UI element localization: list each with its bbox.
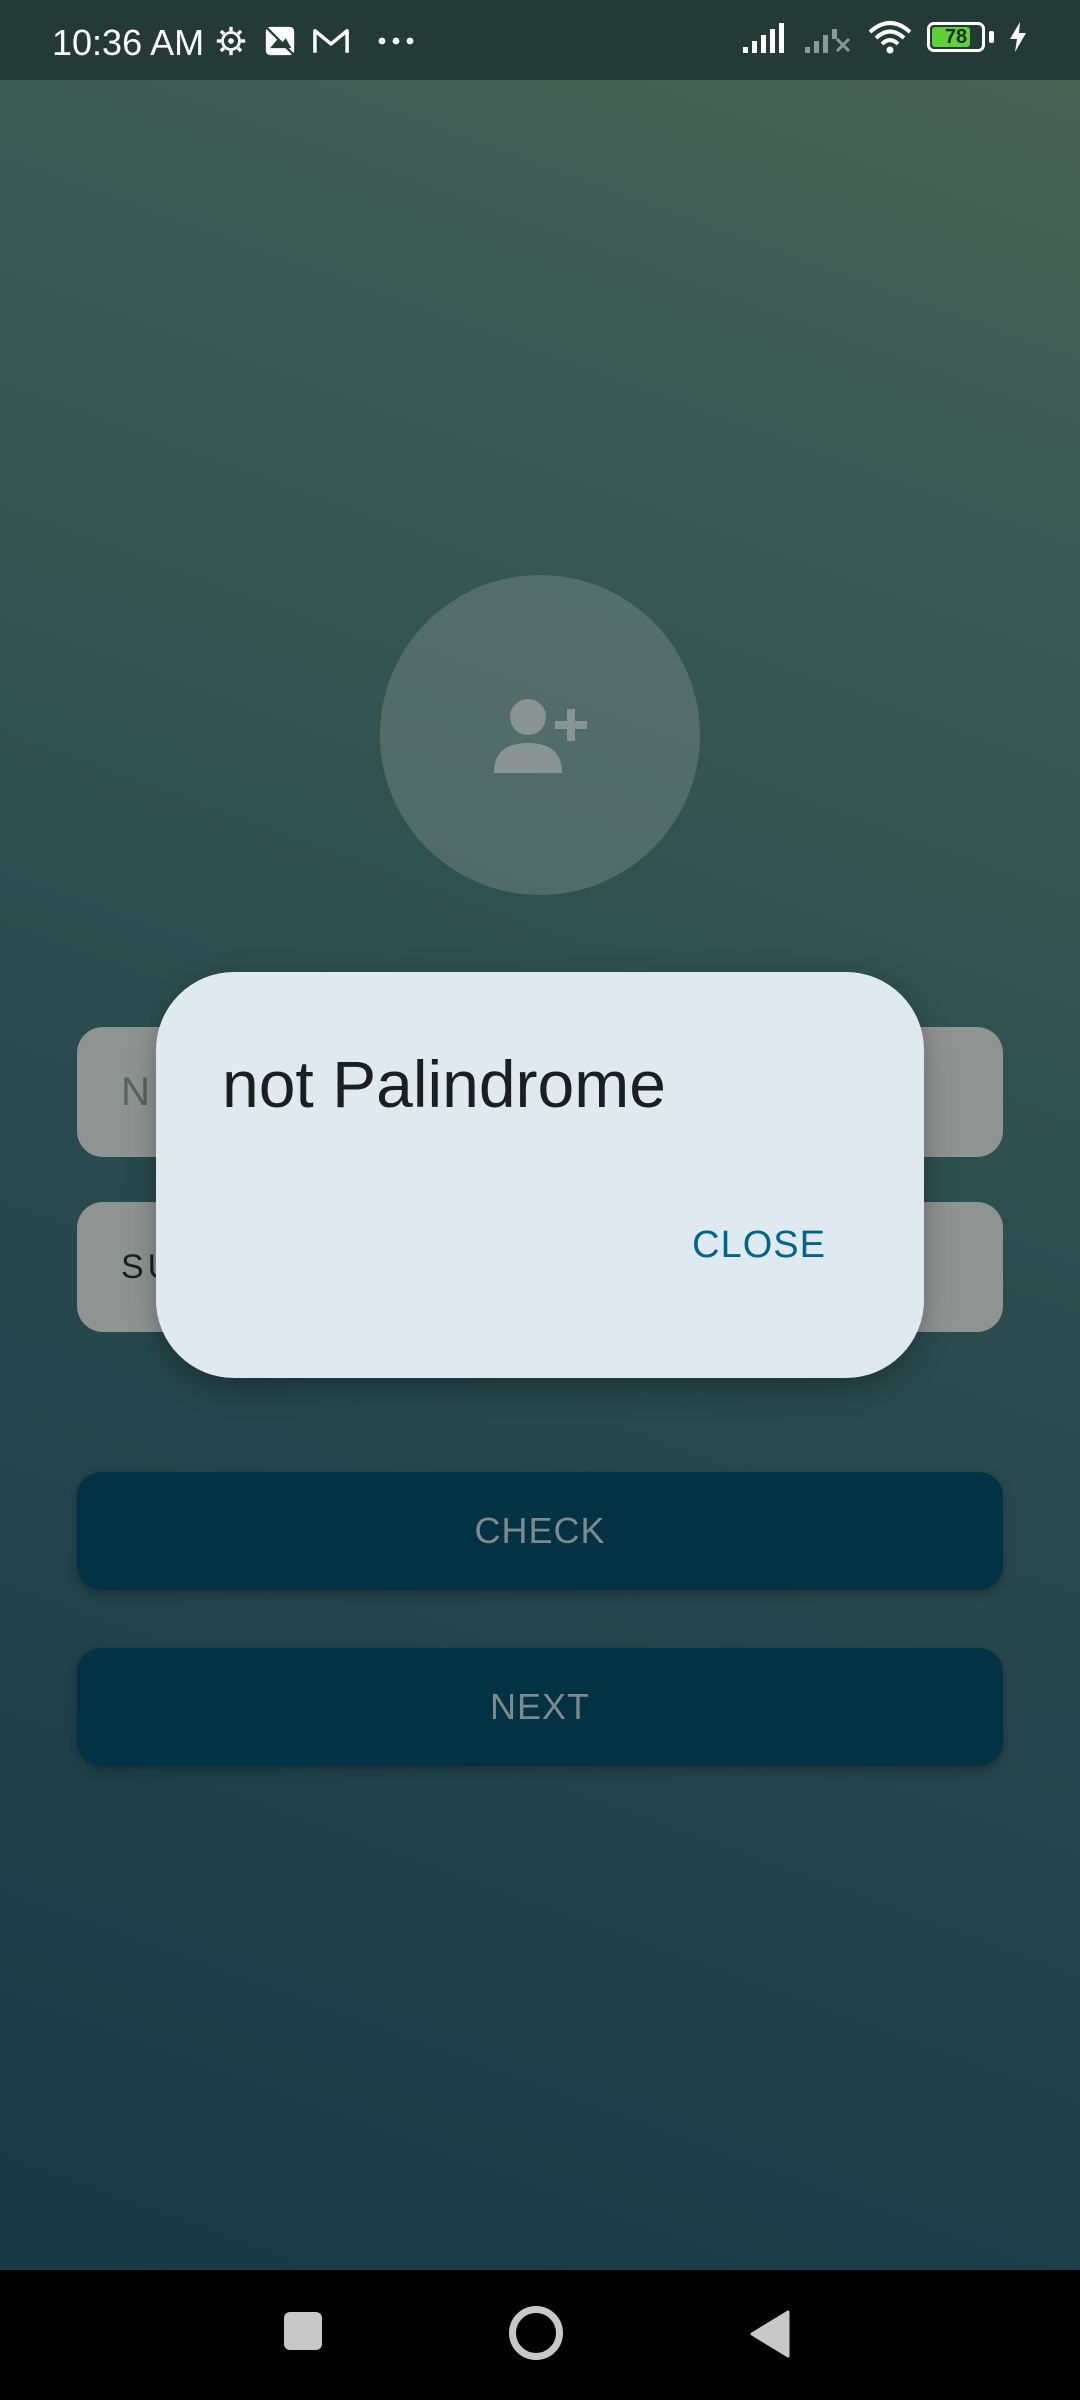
status-left-icons: [214, 24, 416, 58]
image-icon: [265, 26, 295, 56]
signal-off-icon: [805, 29, 851, 53]
status-right-icons: 78: [743, 20, 1028, 54]
name-field-text: N: [121, 1069, 150, 1114]
more-dots-icon: [378, 37, 414, 45]
dialog-title: not Palindrome: [222, 1047, 666, 1121]
status-bar: 10:36 AM 78: [0, 0, 1080, 80]
battery-level: 78: [944, 26, 968, 48]
check-button[interactable]: CHECK: [77, 1472, 1003, 1590]
app-screen: 10:36 AM 78 N SU CHECK NEXT not Palindro…: [0, 0, 1080, 2270]
result-dialog: not Palindrome CLOSE: [156, 972, 924, 1378]
gmail-icon: [313, 29, 349, 53]
home-circle-icon[interactable]: [509, 2306, 563, 2360]
battery-tip: [989, 31, 994, 43]
close-button[interactable]: CLOSE: [692, 1224, 826, 1267]
signal-icon: [743, 23, 784, 53]
add-person-icon: [494, 699, 587, 773]
wifi-icon: [868, 21, 912, 54]
recents-square-icon[interactable]: [284, 2312, 322, 2350]
back-triangle-icon[interactable]: [748, 2309, 792, 2359]
next-button[interactable]: NEXT: [77, 1648, 1003, 1766]
avatar-picker[interactable]: [380, 575, 700, 895]
battery-icon: 78: [927, 22, 985, 52]
charging-icon: [1010, 22, 1026, 52]
gear-icon: [216, 26, 246, 56]
status-time: 10:36 AM: [52, 22, 205, 63]
